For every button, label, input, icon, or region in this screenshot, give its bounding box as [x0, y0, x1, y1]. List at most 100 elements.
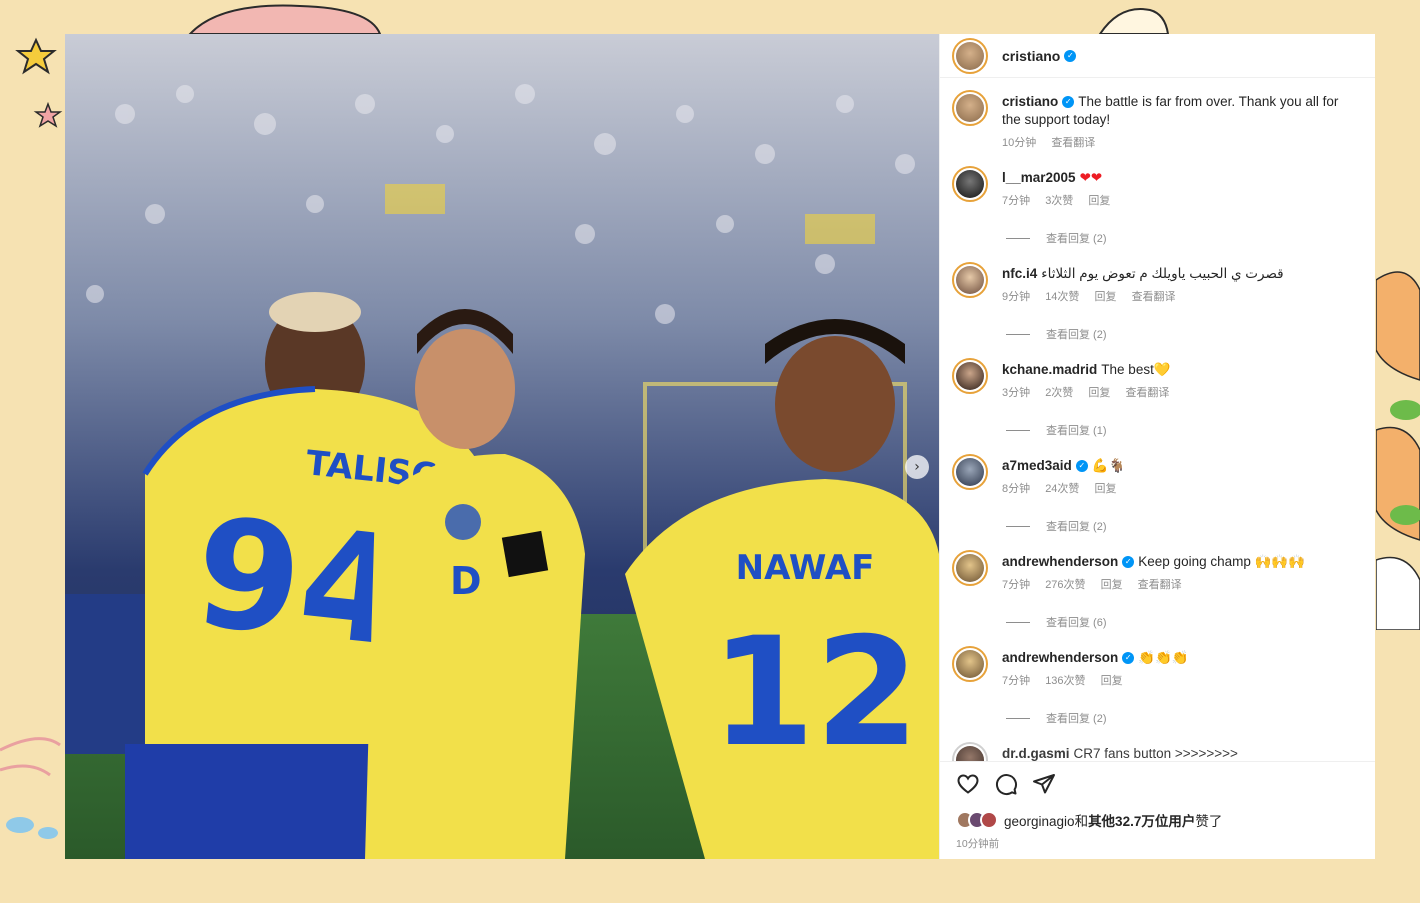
view-replies-label: 查看回复 (1) — [1046, 425, 1107, 437]
photo-jersey-number-2: 12 — [711, 606, 920, 780]
chevron-right-icon: › — [914, 459, 920, 475]
share-icon[interactable] — [1032, 772, 1056, 796]
comment-item: l__mar2005 ❤❤ 7分钟 3次赞 回复 — [952, 166, 1359, 210]
view-replies-button[interactable]: 查看回复 (2) — [1006, 710, 1359, 726]
comment-username[interactable]: andrewhenderson — [1002, 650, 1118, 665]
commenter-avatar[interactable] — [952, 454, 988, 490]
comment-item: a7med3aid ✓ 💪🐐 8分钟 24次赞 回复 — [952, 454, 1359, 498]
right-side-doodle — [1376, 271, 1420, 630]
comment-username[interactable]: l__mar2005 — [1002, 170, 1076, 185]
view-replies-button[interactable]: 查看回复 (6) — [1006, 614, 1359, 630]
comment-likes[interactable]: 276次赞 — [1045, 579, 1085, 591]
commenter-avatar[interactable] — [952, 358, 988, 394]
liked-by-user[interactable]: georginagio — [1004, 814, 1075, 829]
comment-text: Keep going champ 🙌🙌🙌 — [1138, 554, 1306, 569]
comment-list[interactable]: cristiano ✓ The battle is far from over. T… — [940, 78, 1375, 761]
author-avatar[interactable] — [952, 37, 988, 74]
comment-item: dr.d.gasmi CR7 fans button >>>>>>>> — [952, 742, 1359, 761]
comment-time: 7分钟 — [1002, 195, 1031, 207]
comment-time: 7分钟 — [1002, 675, 1031, 687]
reply-button[interactable]: 回复 — [1095, 291, 1117, 303]
swirl-doodle — [0, 737, 61, 839]
view-replies-button[interactable]: 查看回复 (2) — [1006, 518, 1359, 534]
comment-likes[interactable]: 24次赞 — [1045, 483, 1079, 495]
comment-username[interactable]: andrewhenderson — [1002, 554, 1118, 569]
comment-icon[interactable] — [994, 772, 1018, 796]
heart-icon[interactable] — [956, 772, 980, 796]
view-replies-button[interactable]: 查看回复 (1) — [1006, 422, 1359, 438]
comment-time: 3分钟 — [1002, 387, 1031, 399]
comment-item: kchane.madrid The best💛 3分钟 2次赞 回复 查看翻译 — [952, 358, 1359, 402]
comment-time: 9分钟 — [1002, 291, 1031, 303]
comment-username[interactable]: dr.d.gasmi — [1002, 746, 1070, 761]
commenter-avatar[interactable] — [952, 166, 988, 202]
comment-username[interactable]: kchane.madrid — [1002, 362, 1097, 377]
comment-likes[interactable]: 3次赞 — [1045, 195, 1073, 207]
post-photo[interactable]: TALISCA 94 D NAWAF 12 › — [65, 34, 939, 859]
comment-text: قصرت ي الحبيب ياويلك م تعوض يوم الثلاثاء — [1041, 266, 1284, 281]
commenter-avatar[interactable] — [952, 742, 988, 761]
commenter-avatar[interactable] — [952, 646, 988, 682]
caption-translate-link[interactable]: 查看翻译 — [1051, 137, 1095, 149]
commenter-avatar[interactable] — [952, 262, 988, 298]
comment-username[interactable]: a7med3aid — [1002, 458, 1072, 473]
comment-text: ❤❤ — [1079, 170, 1103, 185]
comment-likes[interactable]: 2次赞 — [1045, 387, 1073, 399]
liked-suffix: 赞了 — [1195, 814, 1223, 829]
translate-link[interactable]: 查看翻译 — [1132, 291, 1176, 303]
post-header: cristiano ✓ — [940, 34, 1375, 78]
next-photo-button[interactable]: › — [905, 455, 929, 479]
pink-star-doodle-icon — [33, 102, 63, 128]
comment-text: 💪🐐 — [1091, 458, 1126, 473]
view-replies-label: 查看回复 (2) — [1046, 713, 1107, 725]
comment-time: 8分钟 — [1002, 483, 1031, 495]
view-replies-label: 查看回复 (2) — [1046, 521, 1107, 533]
comment-text: The best💛 — [1101, 362, 1171, 377]
caption-avatar[interactable] — [952, 90, 988, 126]
liked-by-and: 和 — [1074, 814, 1089, 829]
liked-by-others[interactable]: 其他32.7万位用户 — [1088, 814, 1195, 829]
post-modal: TALISCA 94 D NAWAF 12 › cristiano ✓ cris… — [65, 34, 1375, 859]
likes-summary[interactable]: georginagio和其他32.7万位用户赞了 — [956, 810, 1359, 830]
verified-badge-icon: ✓ — [1122, 652, 1135, 665]
verified-badge-icon: ✓ — [1122, 556, 1135, 569]
comment-likes[interactable]: 14次赞 — [1045, 291, 1079, 303]
author-username[interactable]: cristiano — [1002, 48, 1060, 64]
caption-username[interactable]: cristiano — [1002, 94, 1058, 109]
translate-link[interactable]: 查看翻译 — [1138, 579, 1182, 591]
comment-username[interactable]: nfc.i4 — [1002, 266, 1037, 281]
cream-doodle — [1098, 8, 1170, 34]
view-replies-label: 查看回复 (2) — [1046, 329, 1107, 341]
view-replies-button[interactable]: 查看回复 (2) — [1006, 230, 1359, 246]
comment-item: nfc.i4 قصرت ي الحبيب ياويلك م تعوض يوم ال… — [952, 262, 1359, 306]
reply-button[interactable]: 回复 — [1088, 387, 1110, 399]
caption-time: 10分钟 — [1002, 137, 1037, 149]
reply-button[interactable]: 回复 — [1095, 483, 1117, 495]
liker-avatar — [980, 811, 998, 829]
post-time: 10分钟前 — [956, 838, 1000, 850]
reply-button[interactable]: 回复 — [1101, 579, 1123, 591]
comment-item: andrewhenderson ✓ 👏👏👏 7分钟 136次赞 回复 — [952, 646, 1359, 690]
post-actions — [956, 772, 1359, 796]
comments-panel: cristiano ✓ cristiano ✓ The battle is far … — [939, 34, 1375, 859]
verified-badge-icon: ✓ — [1062, 96, 1075, 109]
comment-time: 7分钟 — [1002, 579, 1031, 591]
view-replies-button[interactable]: 查看回复 (2) — [1006, 326, 1359, 342]
photo-jersey-letter: D — [450, 559, 482, 603]
reply-button[interactable]: 回复 — [1088, 195, 1110, 207]
commenter-avatar[interactable] — [952, 550, 988, 586]
comment-text: CR7 fans button >>>>>>>> — [1073, 746, 1238, 761]
translate-link[interactable]: 查看翻译 — [1125, 387, 1169, 399]
comment-text: 👏👏👏 — [1138, 650, 1189, 665]
reply-button[interactable]: 回复 — [1101, 675, 1123, 687]
star-doodle-icon — [15, 37, 57, 75]
comment-likes[interactable]: 136次赞 — [1045, 675, 1085, 687]
photo-jersey-name-2: NAWAF — [736, 548, 875, 588]
comment-item: andrewhenderson ✓ Keep going champ 🙌🙌🙌 7分钟… — [952, 550, 1359, 594]
verified-badge-icon: ✓ — [1064, 49, 1077, 62]
pink-blob-doodle — [188, 4, 382, 34]
verified-badge-icon: ✓ — [1075, 460, 1088, 473]
caption: cristiano ✓ The battle is far from over. T… — [952, 90, 1359, 152]
post-photo-illustration: TALISCA 94 D NAWAF 12 — [65, 34, 939, 859]
view-replies-label: 查看回复 (2) — [1046, 233, 1107, 245]
